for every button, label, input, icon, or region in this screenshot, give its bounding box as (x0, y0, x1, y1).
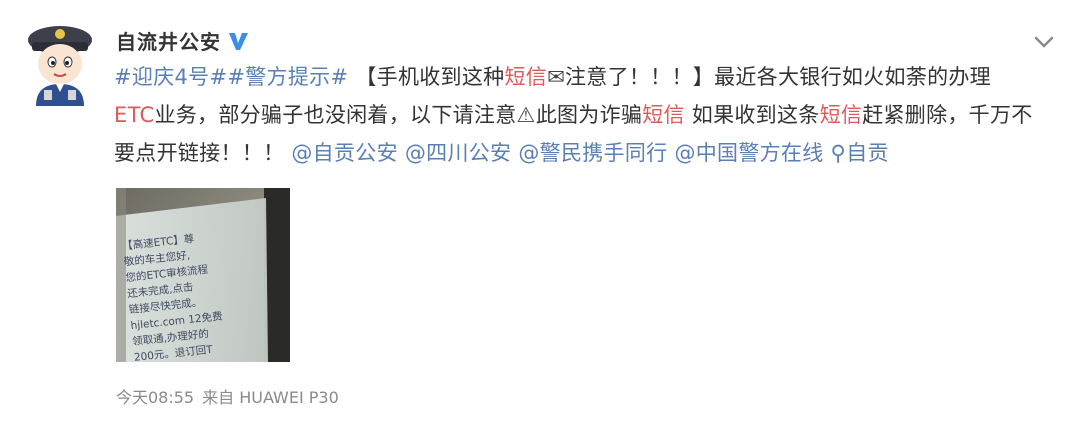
text-segment: 注意了！！！】最近各大银行如火如荼的办理 (564, 65, 991, 89)
text-segment: 此图为诈骗 (535, 103, 643, 127)
keyword-highlight: ETC (114, 103, 155, 127)
post-meta: 今天08:55 来自 HUAWEI P30 (116, 384, 339, 408)
chevron-down-icon[interactable] (1032, 30, 1056, 54)
hashtag-link[interactable]: #警方提示# (227, 65, 348, 89)
avatar[interactable] (22, 18, 98, 106)
hashtag-link[interactable]: #迎庆4号# (114, 65, 227, 89)
location-link[interactable]: ⚲自贡 (831, 141, 889, 165)
location-pin-icon: ⚲ (830, 141, 847, 165)
mention-link[interactable]: @四川公安 (405, 141, 512, 165)
location-label: 自贡 (846, 141, 889, 165)
text-segment: 【手机收到这种 (355, 65, 505, 89)
message-icon: ✉ (547, 65, 565, 89)
text-segment: 业务，部分骗子也没闲着，以下请注意 (154, 103, 517, 127)
post-time[interactable]: 今天08:55 (116, 384, 194, 408)
mention-link[interactable]: @中国警方在线 (674, 141, 823, 165)
keyword-highlight: 短信 (819, 103, 863, 127)
username[interactable]: 自流井公安 (116, 26, 221, 55)
text-segment: 如果收到这条 (684, 103, 820, 127)
mention-link[interactable]: @警民携手同行 (518, 141, 667, 165)
verified-v-icon (227, 30, 249, 52)
police-cartoon-avatar-icon (28, 26, 92, 106)
warning-icon: ⚠ (516, 103, 536, 127)
keyword-highlight: 短信 (504, 65, 548, 89)
mention-link[interactable]: @自贡公安 (291, 141, 398, 165)
weibo-post-card: 自流井公安 #迎庆4号##警方提示# 【手机收到这种短信✉注意了！！！】最近各大… (0, 0, 1080, 434)
post-text: #迎庆4号##警方提示# 【手机收到这种短信✉注意了！！！】最近各大银行如火如荼… (114, 58, 1044, 172)
post-source: 来自 HUAWEI P30 (202, 388, 339, 407)
keyword-highlight: 短信 (642, 103, 685, 127)
post-header: 自流井公安 (116, 26, 249, 55)
sms-image-thumbnail[interactable]: 【高速ETC】尊 敬的车主您好, 您的ETC审核流程 还未完成,点击 链接尽快完… (116, 188, 290, 362)
